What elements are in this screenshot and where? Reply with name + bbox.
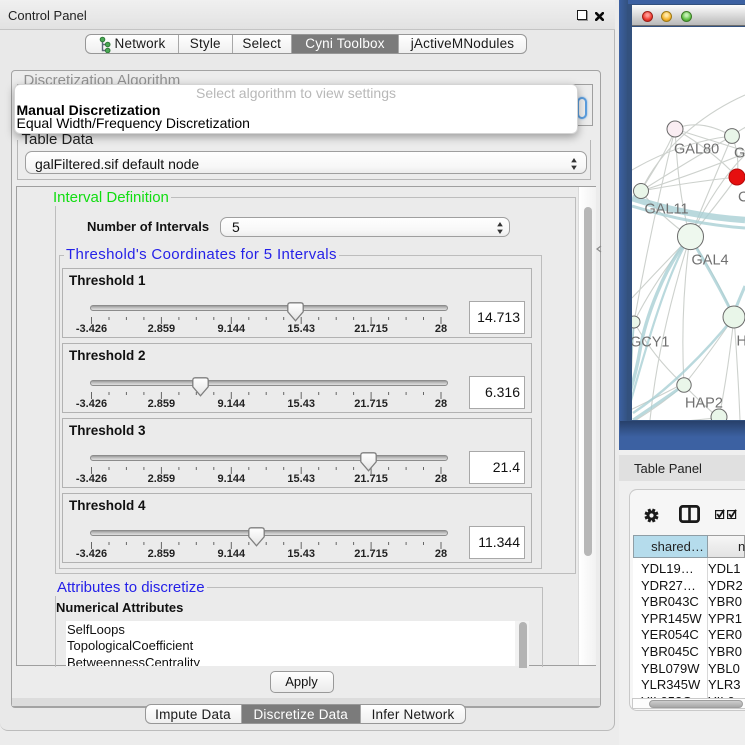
svg-text:GAL4: GAL4 (692, 253, 729, 269)
svg-text:GA: GA (734, 146, 745, 162)
svg-text:HAP2: HAP2 (685, 396, 723, 412)
svg-text:GCY1: GCY1 (632, 335, 670, 351)
svg-text:H: H (737, 334, 745, 350)
svg-text:CY: CY (738, 190, 745, 206)
svg-text:GAL11: GAL11 (645, 202, 689, 218)
svg-text:GAL80: GAL80 (674, 142, 719, 158)
